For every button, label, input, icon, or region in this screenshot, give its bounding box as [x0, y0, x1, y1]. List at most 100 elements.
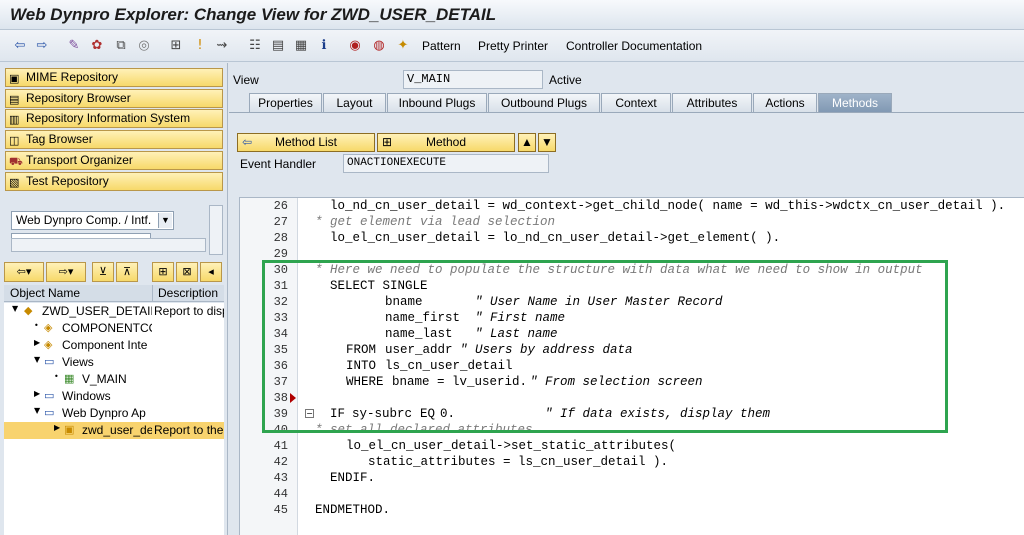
method-button[interactable]: ⊞ Method: [377, 133, 515, 152]
code-line[interactable]: 30 * Here we need to populate the struct…: [240, 262, 1024, 278]
display-object-list-icon[interactable]: ☷: [247, 38, 263, 54]
code-comment: " From selection screen: [530, 375, 703, 389]
hierarchy-icon[interactable]: ⊞: [168, 38, 184, 54]
leaf-bullet-icon: •: [34, 321, 39, 330]
code-line[interactable]: 31 SELECT SINGLE: [240, 278, 1024, 294]
tab-outbound-plugs[interactable]: Outbound Plugs: [488, 93, 600, 113]
code-line[interactable]: 34 name_last " Last name: [240, 326, 1024, 342]
tree-row[interactable]: • ◈ COMPONENTCO: [4, 320, 224, 337]
activate-icon[interactable]: ⧉: [113, 38, 129, 54]
tree-row[interactable]: ▶ ▭ Windows: [4, 388, 224, 405]
expanded-icon[interactable]: ▼: [12, 304, 18, 313]
tree-row[interactable]: ▼ ▭ Views: [4, 354, 224, 371]
tree-row[interactable]: ▼ ◆ ZWD_USER_DETAIL Report to disp: [4, 303, 224, 320]
code-line[interactable]: 36 INTO ls_cn_user_detail: [240, 358, 1024, 374]
tree-row[interactable]: • ▦ V_MAIN: [4, 371, 224, 388]
vertical-scrollbar[interactable]: [209, 205, 223, 255]
code-line[interactable]: 43 ENDIF.: [240, 470, 1024, 486]
collapse-icon[interactable]: ⊼: [116, 262, 138, 282]
line-number: 33: [273, 311, 288, 325]
pretty-printer-button[interactable]: Pretty Printer: [478, 39, 548, 53]
tree-settings-icon[interactable]: ⊠: [176, 262, 198, 282]
controller-documentation-button[interactable]: Controller Documentation: [566, 39, 702, 53]
back-icon[interactable]: ⇦: [12, 38, 28, 54]
tree-item-label: zwd_user_de: [82, 423, 152, 437]
tree-row[interactable]: ▶ ◈ Component Inte: [4, 337, 224, 354]
next-method-button[interactable]: ▼: [538, 133, 556, 152]
repository-information-system-button[interactable]: ▥ Repository Information System: [5, 109, 223, 128]
line-number: 37: [273, 375, 288, 389]
code-line[interactable]: 26 lo_nd_cn_user_detail = wd_context->ge…: [240, 198, 1024, 214]
test-repository-button[interactable]: ▧ Test Repository: [5, 172, 223, 191]
forward-tree-icon[interactable]: ⇨▾: [46, 262, 86, 282]
check-object-icon[interactable]: ✿: [89, 38, 105, 54]
view-name-field[interactable]: V_MAIN: [403, 70, 543, 89]
print-icon[interactable]: ▤: [270, 38, 286, 54]
tab-attributes[interactable]: Attributes: [672, 93, 752, 113]
code-text: lo_el_cn_user_detail->set_static_attribu…: [346, 439, 677, 453]
object-type-select[interactable]: Web Dynpro Comp. / Intf. ▼: [11, 211, 174, 230]
code-line[interactable]: 35 FROM user_addr " Users by address dat…: [240, 342, 1024, 358]
tree-row[interactable]: ▼ ▭ Web Dynpro Ap: [4, 405, 224, 422]
view-icon: ▦: [64, 372, 75, 385]
event-handler-field[interactable]: ONACTIONEXECUTE: [343, 154, 549, 173]
test-icon[interactable]: ◎: [136, 38, 152, 54]
tab-context[interactable]: Context: [601, 93, 671, 113]
code-line[interactable]: 44: [240, 486, 1024, 502]
transport-organizer-button[interactable]: ⛟ Transport Organizer: [5, 151, 223, 170]
breakpoint-icon[interactable]: ◉: [347, 38, 363, 54]
tree-hierarchy-icon[interactable]: ⊞: [152, 262, 174, 282]
tab-layout[interactable]: Layout: [323, 93, 386, 113]
expanded-icon[interactable]: ▼: [34, 355, 40, 364]
edit-pencil-icon[interactable]: ✎: [66, 38, 82, 54]
arrow-down-icon: ▼: [541, 135, 553, 149]
tag-browser-button[interactable]: ◫ Tag Browser: [5, 130, 223, 149]
forward-icon[interactable]: ⇨: [34, 38, 50, 54]
tab-inbound-plugs[interactable]: Inbound Plugs: [387, 93, 487, 113]
code-line[interactable]: 29: [240, 246, 1024, 262]
code-comment: " If data exists, display them: [545, 407, 771, 421]
expanded-icon[interactable]: ▼: [34, 406, 40, 415]
tree-row-selected[interactable]: ▶ ▣ zwd_user_de Report to the: [4, 422, 224, 439]
previous-method-button[interactable]: ▲: [518, 133, 536, 152]
code-line[interactable]: 28 lo_el_cn_user_detail = lo_nd_cn_user_…: [240, 230, 1024, 246]
info-icon[interactable]: ℹ: [316, 38, 332, 54]
code-line[interactable]: 38: [240, 390, 1024, 406]
layout-icon[interactable]: ▦: [293, 38, 309, 54]
code-editor[interactable]: 26 lo_nd_cn_user_detail = wd_context->ge…: [239, 197, 1024, 535]
tab-properties[interactable]: Properties: [249, 93, 322, 113]
code-line[interactable]: 33 name_first " First name: [240, 310, 1024, 326]
navigate-icon[interactable]: ⇝: [214, 38, 230, 54]
column-description[interactable]: Description: [158, 286, 218, 300]
code-line[interactable]: 27 * get element via lead selection: [240, 214, 1024, 230]
code-line[interactable]: 32 bname " User Name in User Master Reco…: [240, 294, 1024, 310]
breakpoint-marker-icon[interactable]: [290, 393, 296, 403]
code-line[interactable]: 39 − IF sy-subrc EQ 0. " If data exists,…: [240, 406, 1024, 422]
code-text: ls_cn_user_detail: [385, 359, 513, 373]
tab-actions[interactable]: Actions: [753, 93, 817, 113]
chevron-down-icon[interactable]: ▼: [158, 213, 172, 228]
back-tree-icon[interactable]: ⇦▾: [4, 262, 44, 282]
tab-methods[interactable]: Methods: [818, 93, 892, 113]
pattern-button[interactable]: Pattern: [422, 39, 461, 53]
column-object-name[interactable]: Object Name: [10, 286, 80, 300]
code-line[interactable]: 41 lo_el_cn_user_detail->set_static_attr…: [240, 438, 1024, 454]
collapsed-icon[interactable]: ▶: [34, 338, 40, 347]
tree-more-icon[interactable]: ◂: [200, 262, 222, 282]
code-line[interactable]: 37 WHERE bname = lv_userid. " From selec…: [240, 374, 1024, 390]
expand-icon[interactable]: ⊻: [92, 262, 114, 282]
code-line[interactable]: 45 ENDMETHOD.: [240, 502, 1024, 518]
external-breakpoint-icon[interactable]: ◍: [371, 38, 387, 54]
wizard-icon[interactable]: ✦: [395, 38, 411, 54]
method-list-button[interactable]: ⇦ Method List: [237, 133, 375, 152]
fold-icon[interactable]: −: [305, 409, 314, 418]
mime-repository-button[interactable]: ▣ MIME Repository: [5, 68, 223, 87]
collapsed-icon[interactable]: ▶: [34, 389, 40, 398]
horizontal-scrollbar[interactable]: [11, 238, 206, 252]
repository-browser-button[interactable]: ▤ Repository Browser: [5, 89, 223, 108]
window-title: Web Dynpro Explorer: Change View for ZWD…: [10, 5, 497, 24]
collapsed-icon[interactable]: ▶: [54, 423, 60, 432]
code-line[interactable]: 42 static_attributes = ls_cn_user_detail…: [240, 454, 1024, 470]
code-line[interactable]: 40 * set all declared attributes: [240, 422, 1024, 438]
where-used-icon[interactable]: !: [192, 38, 208, 54]
